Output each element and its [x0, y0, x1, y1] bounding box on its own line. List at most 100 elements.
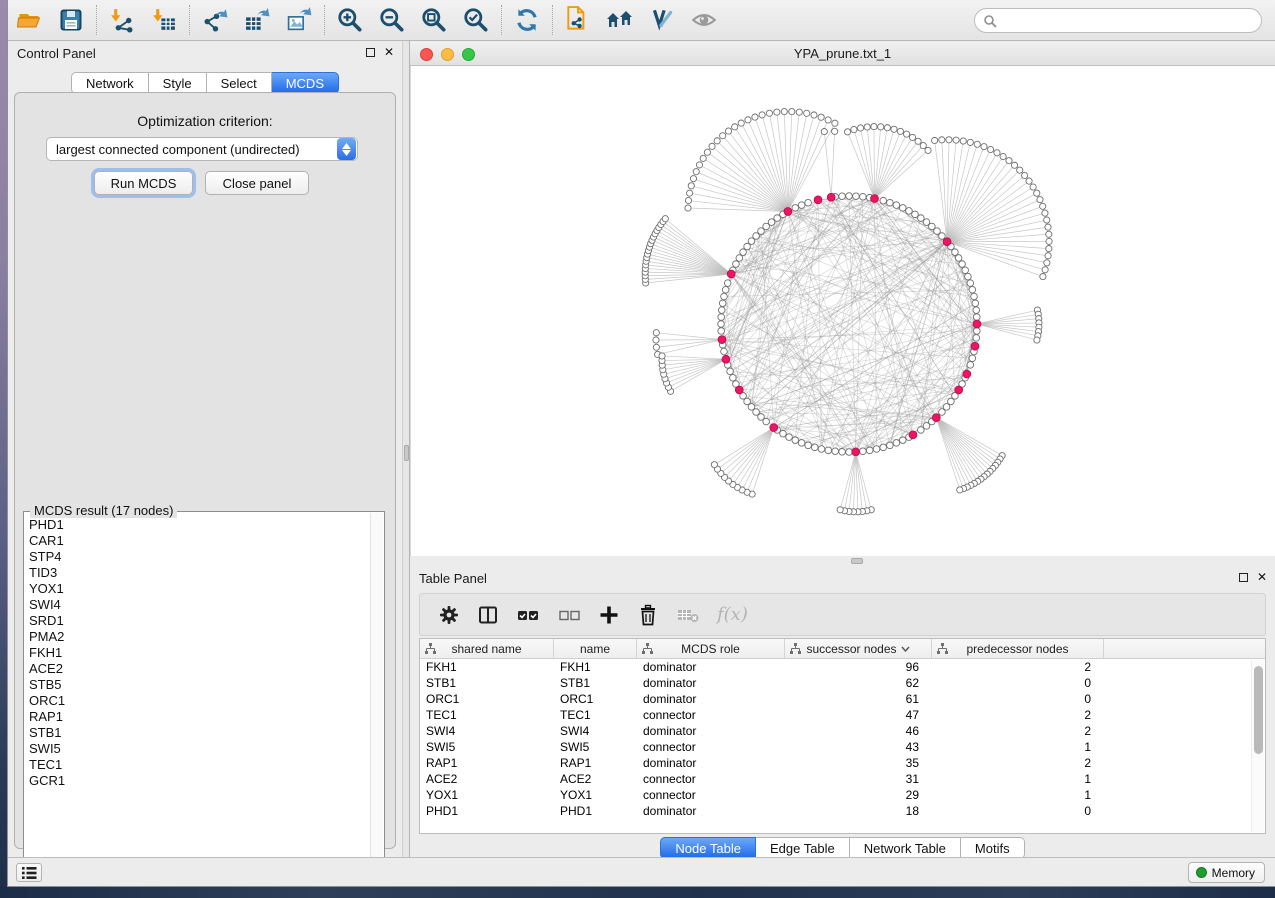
- list-item[interactable]: SRD1: [29, 613, 370, 629]
- table-panel: Table Panel ✕ f(x) s: [410, 566, 1275, 857]
- list-item[interactable]: SWI5: [29, 741, 370, 757]
- list-item[interactable]: STB1: [29, 725, 370, 741]
- table-row[interactable]: TEC1TEC1connector472: [420, 707, 1265, 723]
- tab-edge-table[interactable]: Edge Table: [756, 837, 850, 859]
- tab-node-table[interactable]: Node Table: [660, 837, 756, 859]
- close-panel-button[interactable]: Close panel: [205, 171, 309, 195]
- delete-table-disabled-icon: [676, 604, 700, 626]
- table-row[interactable]: SWI4SWI4dominator462: [420, 723, 1265, 739]
- table-toolbar: f(x): [419, 593, 1266, 636]
- horizontal-splitter[interactable]: [410, 556, 1275, 566]
- table-cell: 31: [785, 772, 932, 786]
- network-and-table-area: YPA_prune.txt_1 Table Panel ✕: [410, 41, 1275, 857]
- column-header[interactable]: predecessor nodes: [932, 639, 1104, 658]
- table-cell: 35: [785, 756, 932, 770]
- memory-button[interactable]: Memory: [1188, 862, 1265, 883]
- splitter-handle[interactable]: [404, 445, 409, 461]
- import-table-icon[interactable]: [143, 3, 185, 37]
- vertical-splitter[interactable]: [402, 41, 410, 857]
- close-panel-icon[interactable]: ✕: [384, 47, 394, 57]
- splitter-handle[interactable]: [851, 558, 863, 564]
- list-item[interactable]: RAP1: [29, 709, 370, 725]
- control-panel-tabs: Network Style Select MCDS: [8, 72, 402, 94]
- list-item[interactable]: ACE2: [29, 661, 370, 677]
- zoom-fit-icon[interactable]: [413, 3, 455, 37]
- column-header[interactable]: shared name: [420, 639, 554, 658]
- column-header[interactable]: successor nodes: [785, 639, 932, 658]
- settings-gear-icon[interactable]: [438, 604, 460, 626]
- task-history-button[interactable]: [16, 863, 42, 882]
- list-item[interactable]: PHD1: [29, 517, 370, 533]
- table-row[interactable]: ACE2ACE2connector311: [420, 771, 1265, 787]
- tab-network-table[interactable]: Network Table: [850, 837, 961, 859]
- toolbar-separator: [552, 5, 553, 35]
- node-table[interactable]: shared namename MCDS role successor nodesp…: [419, 638, 1266, 834]
- refresh-icon[interactable]: [506, 3, 548, 37]
- tab-mcds[interactable]: MCDS: [272, 72, 339, 94]
- export-network-icon[interactable]: [194, 3, 236, 37]
- deselect-all-icon[interactable]: [557, 604, 581, 626]
- zoom-out-icon[interactable]: [371, 3, 413, 37]
- network-window-titlebar[interactable]: YPA_prune.txt_1: [410, 42, 1275, 66]
- list-item[interactable]: TID3: [29, 565, 370, 581]
- table-scrollbar[interactable]: [1251, 660, 1264, 832]
- first-neighbors-icon[interactable]: [599, 3, 641, 37]
- show-graphics-eye-icon[interactable]: [683, 3, 725, 37]
- list-item[interactable]: FKH1: [29, 645, 370, 661]
- table-row[interactable]: STB1STB1dominator620: [420, 675, 1265, 691]
- list-item[interactable]: SWI4: [29, 597, 370, 613]
- mcds-result-list[interactable]: PHD1CAR1STP4TID3YOX1SWI4SRD1PMA2FKH1ACE2…: [25, 513, 370, 880]
- memory-label: Memory: [1212, 866, 1255, 880]
- float-panel-icon[interactable]: [1239, 573, 1248, 582]
- table-row[interactable]: YOX1YOX1connector291: [420, 787, 1265, 803]
- save-session-icon[interactable]: [50, 3, 92, 37]
- list-item[interactable]: ORC1: [29, 693, 370, 709]
- close-panel-icon[interactable]: ✕: [1257, 572, 1267, 582]
- table-cell: SWI4: [554, 724, 637, 738]
- columns-icon[interactable]: [477, 604, 499, 626]
- network-canvas[interactable]: [410, 66, 1275, 556]
- list-item[interactable]: STB5: [29, 677, 370, 693]
- export-table-icon[interactable]: [236, 3, 278, 37]
- column-header[interactable]: MCDS role: [637, 639, 785, 658]
- tab-network[interactable]: Network: [71, 72, 149, 94]
- select-all-icon[interactable]: [516, 604, 540, 626]
- zoom-selected-icon[interactable]: [455, 3, 497, 37]
- network-from-document-icon[interactable]: [557, 3, 599, 37]
- search-input[interactable]: [997, 14, 1261, 28]
- scrollbar-thumb[interactable]: [1254, 666, 1263, 754]
- table-row[interactable]: FKH1FKH1dominator962: [420, 659, 1265, 675]
- table-row[interactable]: ORC1ORC1dominator610: [420, 691, 1265, 707]
- mcds-tab-content: Optimization criterion: largest connecte…: [14, 92, 396, 849]
- list-item[interactable]: STP4: [29, 549, 370, 565]
- list-item[interactable]: CAR1: [29, 533, 370, 549]
- search-box[interactable]: [974, 8, 1262, 33]
- float-panel-icon[interactable]: [366, 48, 375, 57]
- table-row[interactable]: PHD1PHD1dominator180: [420, 803, 1265, 819]
- import-network-icon[interactable]: [101, 3, 143, 37]
- annotations-icon[interactable]: [641, 3, 683, 37]
- table-row[interactable]: SWI5SWI5connector431: [420, 739, 1265, 755]
- table-cell: 62: [785, 676, 932, 690]
- column-header-label: MCDS role: [681, 642, 740, 656]
- export-image-icon[interactable]: [278, 3, 320, 37]
- list-item[interactable]: GCR1: [29, 773, 370, 789]
- zoom-in-icon[interactable]: [329, 3, 371, 37]
- list-item[interactable]: PMA2: [29, 629, 370, 645]
- run-mcds-button[interactable]: Run MCDS: [94, 171, 193, 195]
- memory-status-icon: [1196, 867, 1207, 878]
- add-row-icon[interactable]: [598, 604, 620, 626]
- table-cell: 0: [932, 676, 1104, 690]
- delete-row-icon[interactable]: [637, 604, 659, 626]
- tab-motifs[interactable]: Motifs: [961, 837, 1025, 859]
- list-item[interactable]: YOX1: [29, 581, 370, 597]
- criterion-dropdown[interactable]: largest connected component (undirected): [46, 137, 358, 161]
- tab-select[interactable]: Select: [207, 72, 272, 94]
- tab-style[interactable]: Style: [149, 72, 207, 94]
- mcds-list-scrollbar[interactable]: [370, 513, 383, 880]
- column-header[interactable]: name: [554, 639, 637, 658]
- list-item[interactable]: TEC1: [29, 757, 370, 773]
- table-row[interactable]: RAP1RAP1dominator352: [420, 755, 1265, 771]
- open-file-icon[interactable]: [8, 3, 50, 37]
- table-cell: connector: [637, 708, 785, 722]
